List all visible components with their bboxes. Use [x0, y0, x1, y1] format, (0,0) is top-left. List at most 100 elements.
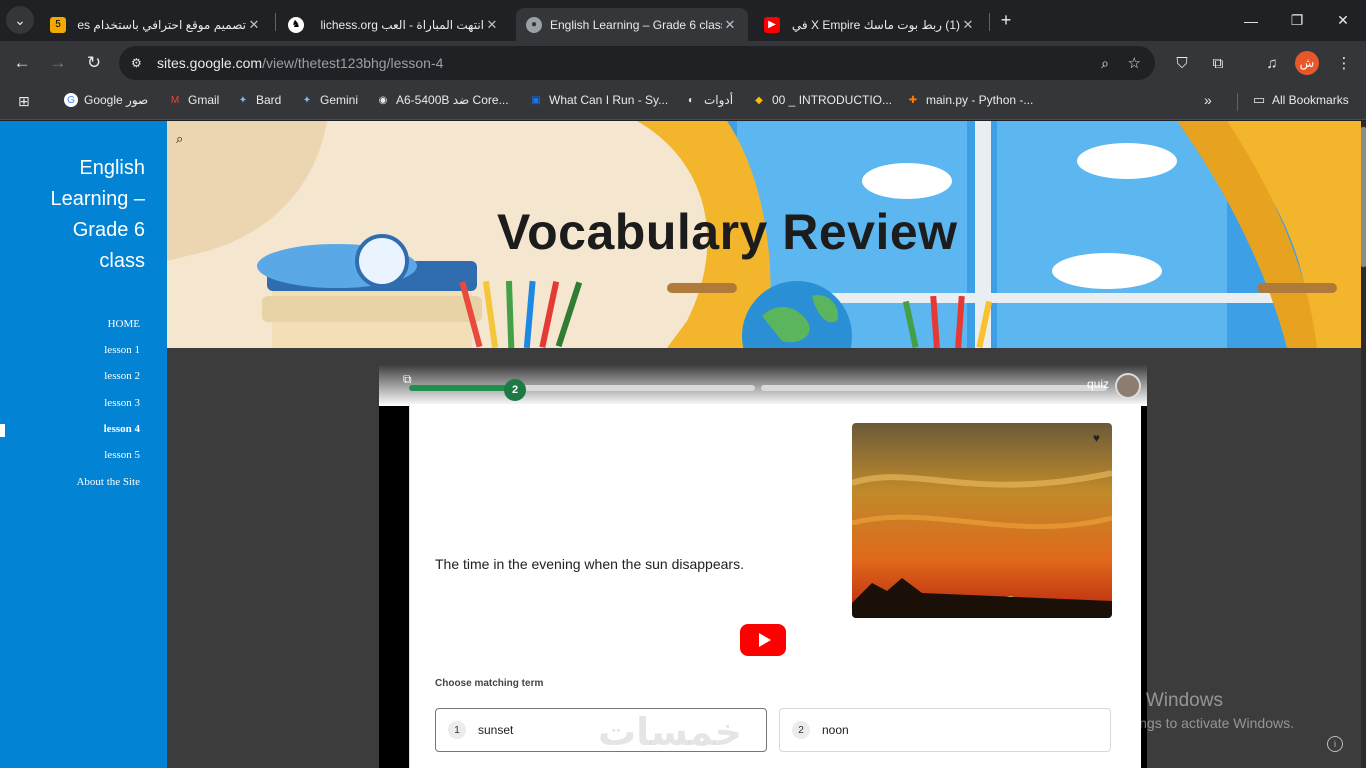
bookmark-item[interactable]: ◐ أدوات	[684, 93, 733, 107]
play-icon	[758, 633, 771, 647]
new-tab-button[interactable]: +	[992, 6, 1020, 34]
scrollbar-thumb[interactable]	[1361, 127, 1366, 267]
page-title: Vocabulary Review	[497, 204, 958, 260]
tab-2[interactable]: ♞ انتهت المباراة - العب lichess.org ✕	[278, 8, 510, 41]
bookmark-item[interactable]: ✦ Gemini	[300, 93, 358, 107]
all-bookmarks-button[interactable]: ▭ All Bookmarks	[1252, 92, 1349, 107]
globe-icon: ●	[526, 16, 542, 33]
activate-windows-subtitle: Go to Settings to activate Windows.	[1073, 715, 1294, 731]
avatar[interactable]	[1115, 373, 1141, 399]
close-icon[interactable]: ✕	[722, 17, 738, 33]
bookmark-item[interactable]: M Gmail	[168, 93, 220, 107]
replit-icon: ✚	[908, 94, 918, 106]
tab-divider	[989, 13, 990, 31]
progress-step: 2	[504, 379, 526, 401]
url-text: sites.google.com/view/thetest123bhg/less…	[157, 55, 444, 71]
minimize-button[interactable]: —	[1228, 0, 1274, 41]
bookmark-item[interactable]: G Google صور	[64, 93, 148, 107]
option-number: 2	[792, 721, 810, 739]
choose-label: Choose matching term	[435, 678, 544, 689]
close-icon[interactable]: ✕	[246, 17, 262, 33]
question-text: The time in the evening when the sun dis…	[435, 556, 744, 572]
banner-image: Vocabulary Review	[167, 121, 1361, 348]
star-icon[interactable]: ☆	[1128, 54, 1141, 72]
bookmark-item[interactable]: ▣ What Can I Run - Sy...	[529, 93, 668, 107]
lichess-icon: ♞	[288, 16, 304, 33]
tab-title: English Learning – Grade 6 class	[550, 17, 722, 32]
heart-icon[interactable]: ♥	[1093, 431, 1100, 445]
progress-fill	[409, 385, 513, 391]
media-control-icon[interactable]: ♫	[1258, 49, 1286, 77]
bookmarks-bar: ⊞ G Google صور M Gmail ✦ Bard ✦ Gemini ◉ A6-5…	[0, 85, 1366, 120]
nav-lesson-1[interactable]: lesson 1	[104, 344, 140, 356]
active-page-marker	[0, 424, 5, 437]
nav-home[interactable]: HOME	[108, 318, 140, 330]
option-number: 1	[448, 721, 466, 739]
folder-icon: ▭	[1252, 92, 1266, 107]
nav-lesson-2[interactable]: lesson 2	[104, 370, 140, 382]
tab-3-active[interactable]: ● English Learning – Grade 6 class ✕	[516, 8, 748, 41]
tab-4[interactable]: ▶ (1) ربط بوت ماسك X Empire في ✕	[754, 8, 986, 41]
nav-lesson-5[interactable]: lesson 5	[104, 449, 140, 461]
sunset-image: ♥	[852, 423, 1112, 618]
tab-divider	[275, 13, 276, 31]
info-icon[interactable]: i	[1327, 736, 1343, 752]
youtube-icon: ▶	[764, 16, 780, 33]
tab-favicon-icon: 5	[50, 16, 66, 33]
profile-avatar[interactable]: ش	[1295, 51, 1319, 75]
nav-lesson-4[interactable]: lesson 4	[104, 423, 140, 435]
tab-strip: ⌄ 5 تصميم موقع احترافي باستخدام es ✕ ♞ ا…	[0, 0, 1366, 41]
tab-1[interactable]: 5 تصميم موقع احترافي باستخدام es ✕	[40, 8, 272, 41]
more-bookmarks-icon[interactable]: »	[1204, 92, 1212, 108]
gmail-icon: M	[170, 94, 180, 106]
close-icon[interactable]: ✕	[484, 17, 500, 33]
bookmark-item[interactable]: ◉ A6-5400B ضد Core...	[376, 93, 509, 107]
quiz-label: quiz	[1086, 377, 1109, 391]
extensions-icon[interactable]: ⧉	[1204, 49, 1232, 77]
menu-icon[interactable]: ⋮	[1330, 49, 1358, 77]
gemini-icon: ✦	[302, 94, 312, 106]
answer-option-2[interactable]: 2 noon	[779, 708, 1111, 752]
course-icon: ◆	[755, 94, 763, 106]
cpu-icon: ◉	[378, 94, 388, 106]
forward-button[interactable]: →	[44, 49, 72, 77]
shield-extension-icon[interactable]: ⛉	[1168, 49, 1196, 77]
bookmark-item[interactable]: ✚ main.py - Python -...	[906, 93, 1034, 107]
tab-title: (1) ربط بوت ماسك X Empire في	[791, 17, 960, 32]
option-label: noon	[822, 723, 849, 737]
nav-about[interactable]: About the Site	[76, 476, 140, 488]
bookmark-divider	[1237, 93, 1238, 111]
nav-lesson-3[interactable]: lesson 3	[104, 397, 140, 409]
page-scrollbar[interactable]	[1361, 121, 1366, 768]
activate-windows-title: Activate Windows	[1073, 690, 1223, 711]
apps-icon[interactable]: ⊞	[18, 93, 30, 110]
option-label: sunset	[478, 723, 514, 737]
reload-button[interactable]: ↻	[80, 49, 108, 77]
zoom-icon[interactable]: ⌕	[1101, 55, 1109, 72]
progress-track	[761, 385, 1107, 391]
game-icon: ▣	[531, 94, 541, 106]
tab-title: تصميم موقع احترافي باستخدام es	[77, 17, 246, 32]
bookmark-item[interactable]: ✦ Bard	[236, 93, 282, 107]
tab-title: انتهت المباراة - العب lichess.org	[320, 17, 484, 32]
quiz-embed: ⧉ 2 quiz The time in the evening when th…	[379, 364, 1147, 768]
bookmark-item[interactable]: ◆ 00 _ INTRODUCTIO...	[752, 93, 892, 107]
site-title[interactable]: English Learning – Grade 6 class	[15, 153, 145, 277]
search-icon[interactable]: ⌕	[176, 131, 183, 147]
close-window-button[interactable]: ✕	[1320, 0, 1366, 41]
site-main: Vocabulary Review ⌕ ⧉ 2 quiz The time in…	[167, 121, 1361, 768]
tab-search-button[interactable]: ⌄	[6, 6, 34, 34]
restore-button[interactable]: ❐	[1274, 0, 1320, 41]
back-button[interactable]: ←	[8, 49, 36, 77]
youtube-play-button[interactable]	[740, 624, 786, 656]
bard-icon: ✦	[238, 94, 248, 106]
site-sidebar: English Learning – Grade 6 class HOME le…	[0, 121, 167, 768]
address-bar[interactable]: ⚙ sites.google.com/view/thetest123bhg/le…	[119, 46, 1155, 80]
tools-icon: ◐	[687, 94, 695, 106]
close-icon[interactable]: ✕	[960, 17, 976, 33]
site-info-icon[interactable]: ⚙	[131, 56, 142, 70]
google-icon: G	[64, 93, 78, 107]
watermark: خمسات	[598, 712, 742, 754]
browser-toolbar: ← → ↻ ⚙ sites.google.com/view/thetest123…	[0, 41, 1366, 85]
question-card: The time in the evening when the sun dis…	[409, 404, 1141, 768]
